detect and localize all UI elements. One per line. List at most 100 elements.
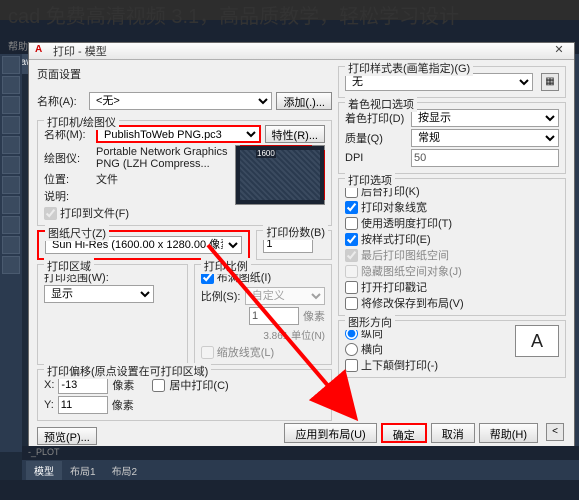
tool-icon[interactable] xyxy=(2,256,20,274)
print-to-file-label: 打印到文件(F) xyxy=(60,205,129,221)
collapse-icon[interactable]: < xyxy=(546,423,564,441)
y-input[interactable] xyxy=(58,396,108,414)
scale-unit-label: 像素 xyxy=(303,308,325,324)
opt-stamp-checkbox[interactable] xyxy=(345,281,358,294)
plot-offset-title: 打印偏移(原点设置在可打印区域) xyxy=(44,363,211,379)
quality-label: 质量(Q) xyxy=(345,130,407,146)
cancel-button[interactable]: 取消 xyxy=(431,423,475,443)
orientation-title: 图形方向 xyxy=(345,314,395,330)
scale-select: 自定义 xyxy=(245,287,325,305)
tool-icon[interactable] xyxy=(2,56,20,74)
dpi-label: DPI xyxy=(345,152,407,164)
scale-label: 比例(S): xyxy=(201,288,241,304)
tool-icon[interactable] xyxy=(2,116,20,134)
left-column: 页面设置 名称(A): <无> 添加(.)... 打印机/绘图仪 名称(M): … xyxy=(37,66,332,447)
preview-button[interactable]: 预览(P)... xyxy=(37,427,97,445)
tool-icon[interactable] xyxy=(2,236,20,254)
style-edit-icon[interactable]: ▦ xyxy=(541,73,559,91)
landscape-label: 横向 xyxy=(361,341,383,357)
page-setup-area: 页面设置 xyxy=(37,66,332,82)
orientation-group: 图形方向 纵向 横向 上下颠倒打印(-) A xyxy=(338,320,566,378)
plotter-label: 绘图仪: xyxy=(44,150,92,166)
tool-icon[interactable] xyxy=(2,196,20,214)
scale-unit2: 3.861 单位(N) xyxy=(263,327,325,342)
preview-dimension: 1600 xyxy=(256,149,276,158)
left-toolbar xyxy=(0,54,22,452)
desc-label: 说明: xyxy=(44,188,92,204)
upside-checkbox[interactable] xyxy=(345,359,358,372)
tool-icon[interactable] xyxy=(2,76,20,94)
shade-select[interactable]: 按显示 xyxy=(411,109,559,127)
paper-size-title: 图纸尺寸(Z) xyxy=(45,225,109,241)
help-button[interactable]: 帮助(H) xyxy=(479,423,538,443)
tool-icon[interactable] xyxy=(2,216,20,234)
shaded-viewport-group: 着色视口选项 着色打印(D)按显示 质量(Q)常规 DPI xyxy=(338,102,566,174)
printer-props-button[interactable]: 特性(R)... xyxy=(265,125,325,143)
paper-preview: 1600 xyxy=(235,145,325,205)
upside-label: 上下颠倒打印(-) xyxy=(361,357,438,373)
plot-what-select[interactable]: 显示 xyxy=(44,285,154,303)
status-bar xyxy=(0,480,579,500)
opt-hide-paperspace-checkbox xyxy=(345,265,358,278)
tool-icon[interactable] xyxy=(2,156,20,174)
opt-paperspace-last-checkbox xyxy=(345,249,358,262)
opt-hide-paperspace-label: 隐藏图纸空间对象(J) xyxy=(361,263,462,279)
opt-paperspace-last-label: 最后打印图纸空间 xyxy=(361,247,449,263)
opt-save-checkbox[interactable] xyxy=(345,297,358,310)
printer-group: 打印机/绘图仪 名称(M): PublishToWeb PNG.pc3 特性(R… xyxy=(37,120,332,226)
opt-save-label: 将修改保存到布局(V) xyxy=(361,295,464,311)
right-column: 打印样式表(画笔指定)(G) 无▦ 着色视口选项 着色打印(D)按显示 质量(Q… xyxy=(338,66,566,447)
opt-transparency-label: 使用透明度打印(T) xyxy=(361,215,452,231)
dpi-input xyxy=(411,149,559,167)
plot-scale-group: 打印比例 布满图纸(I) 比例(S):自定义 像素 3.861 单位(N) 缩放… xyxy=(194,264,332,365)
tool-icon[interactable] xyxy=(2,136,20,154)
center-checkbox[interactable] xyxy=(152,379,165,392)
dialog-titlebar: A 打印 - 模型 ✕ xyxy=(29,43,574,60)
location-label: 位置: xyxy=(44,171,92,187)
plot-options-group: 打印选项 后台打印(K) 打印对象线宽 使用透明度打印(T) 按样式打印(E) … xyxy=(338,178,566,316)
lineweight-checkbox xyxy=(201,346,214,359)
y-unit: 像素 xyxy=(112,397,134,413)
shade-label: 着色打印(D) xyxy=(345,110,407,126)
apply-layout-button[interactable]: 应用到布局(U) xyxy=(284,423,376,443)
opt-transparency-checkbox[interactable] xyxy=(345,217,358,230)
opt-lineweight-checkbox[interactable] xyxy=(345,201,358,214)
quality-select[interactable]: 常规 xyxy=(411,129,559,147)
dialog-title-text: 打印 - 模型 xyxy=(53,43,107,59)
scale-unit-input xyxy=(249,307,299,325)
ok-button[interactable]: 确定 xyxy=(381,423,427,443)
page-name-label: 名称(A): xyxy=(37,93,85,109)
add-page-button[interactable]: 添加(.)... xyxy=(276,92,332,110)
plot-dialog: A 打印 - 模型 ✕ 页面设置 名称(A): <无> 添加(.)... 打印机… xyxy=(28,42,575,450)
copies-group: 打印份数(B) xyxy=(256,230,332,260)
orientation-preview: A xyxy=(515,325,559,357)
landscape-radio[interactable] xyxy=(345,343,358,356)
dialog-body: 页面设置 名称(A): <无> 添加(.)... 打印机/绘图仪 名称(M): … xyxy=(29,60,574,451)
printer-group-title: 打印机/绘图仪 xyxy=(44,114,119,130)
printer-name-select[interactable]: PublishToWeb PNG.pc3 xyxy=(96,125,261,143)
range-scale-row: 打印区域 打印范围(W): 显示 打印比例 布满图纸(I) 比例(S):自定义 … xyxy=(37,264,332,365)
command-line[interactable]: -_PLOT xyxy=(22,446,579,460)
opt-lineweight-label: 打印对象线宽 xyxy=(361,199,427,215)
page-name-select[interactable]: <无> xyxy=(89,92,272,110)
tool-icon[interactable] xyxy=(2,176,20,194)
layout1-tab[interactable]: 布局1 xyxy=(62,461,104,480)
y-label: Y: xyxy=(44,399,54,411)
dialog-buttons: 应用到布局(U) 确定 取消 帮助(H) < xyxy=(284,423,564,443)
plot-area-group: 打印区域 打印范围(W): 显示 xyxy=(37,264,188,365)
copies-title: 打印份数(B) xyxy=(263,224,328,240)
opt-style-label: 按样式打印(E) xyxy=(361,231,431,247)
printer-info-row: 绘图仪:Portable Network Graphics PNG (LZH C… xyxy=(44,145,325,221)
model-tab[interactable]: 模型 xyxy=(26,461,62,480)
plot-scale-title: 打印比例 xyxy=(201,258,251,274)
x-label: X: xyxy=(44,379,54,391)
close-icon[interactable]: ✕ xyxy=(550,43,568,59)
tool-icon[interactable] xyxy=(2,96,20,114)
lineweight-label: 缩放线宽(L) xyxy=(217,344,274,360)
opt-style-checkbox[interactable] xyxy=(345,233,358,246)
layout2-tab[interactable]: 布局2 xyxy=(104,461,146,480)
opt-stamp-label: 打开打印戳记 xyxy=(361,279,427,295)
plot-area-title: 打印区域 xyxy=(44,258,94,274)
plotter-value: Portable Network Graphics PNG (LZH Compr… xyxy=(96,146,229,170)
plot-style-group: 打印样式表(画笔指定)(G) 无▦ xyxy=(338,66,566,98)
